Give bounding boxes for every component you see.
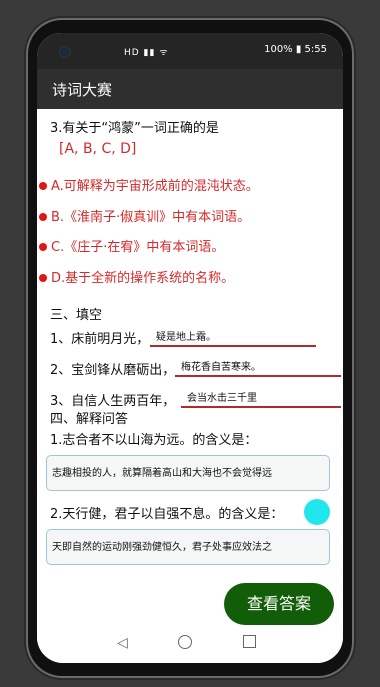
fill-section-title: 三、填空: [50, 308, 103, 323]
bullet-dot-icon: [39, 273, 47, 282]
bullet-dot-icon: [39, 212, 47, 221]
fill-item-2-prompt: 2、宝剑锋从磨砺出，: [50, 363, 176, 378]
fill-item-1-prompt: 1、床前明月光，: [50, 332, 150, 347]
question-3-title: 3.有关于“鸿蒙”一词正确的是: [50, 121, 219, 136]
option-d-text: D.基于全新的操作系统的名称。: [51, 271, 235, 286]
view-answer-button[interactable]: 查看答案: [224, 583, 334, 625]
explain-q2: 2.天行健，君子以自强不息。的含义是：: [50, 507, 284, 522]
option-c: C.《庄子·在宥》中有本词语。: [39, 236, 224, 255]
option-b-text: B.《淮南子·俶真训》中有本词语。: [51, 210, 251, 225]
signal-icons: HD ▮▮ ᯤ: [124, 48, 169, 58]
option-a: A.可解释为宇宙形成前的混沌状态。: [39, 175, 259, 194]
explain-section-title: 四、解释问答: [50, 412, 129, 427]
touch-indicator: [304, 499, 330, 525]
fill-item-1-input[interactable]: 疑是地上霜。: [150, 328, 316, 347]
home-icon[interactable]: [178, 635, 192, 649]
app-bar: 诗词大赛: [37, 69, 343, 109]
app-title: 诗词大赛: [52, 81, 113, 99]
front-camera: [59, 46, 71, 58]
bullet-dot-icon: [39, 181, 47, 190]
battery-time: 100% ▮ 5:55: [264, 44, 327, 55]
fill-item-3-prompt: 3、自信人生两百年，: [50, 394, 176, 409]
recents-icon[interactable]: [243, 635, 256, 648]
explain-a1-field[interactable]: 志趣相投的人，就算隔着高山和大海也不会觉得远: [46, 455, 330, 491]
option-b: B.《淮南子·俶真训》中有本词语。: [39, 206, 250, 225]
quiz-content[interactable]: 3.有关于“鸿蒙”一词正确的是 [A, B, C, D] A.可解释为宇宙形成前…: [37, 109, 343, 619]
fill-item-2-input[interactable]: 梅花香自苦寒来。: [175, 358, 341, 377]
explain-a2-field[interactable]: 天即自然的运动刚强劲健恒久，君子处事应效法之: [46, 529, 330, 565]
bullet-dot-icon: [39, 242, 47, 251]
option-c-text: C.《庄子·在宥》中有本词语。: [51, 240, 225, 255]
screen: HD ▮▮ ᯤ 100% ▮ 5:55 诗词大赛 3.有关于“鸿蒙”一词正确的是…: [37, 33, 343, 663]
question-3-answer: [A, B, C, D]: [59, 141, 137, 157]
explain-q1: 1.志合者不以山海为远。的含义是：: [50, 433, 258, 448]
fill-item-3-input[interactable]: 会当水击三千里: [181, 389, 341, 408]
status-bar: HD ▮▮ ᯤ 100% ▮ 5:55: [37, 33, 343, 69]
back-icon[interactable]: ◁: [117, 635, 128, 651]
option-d: D.基于全新的操作系统的名称。: [39, 267, 234, 286]
option-a-text: A.可解释为宇宙形成前的混沌状态。: [51, 179, 259, 194]
nav-bar: ◁: [37, 625, 343, 663]
